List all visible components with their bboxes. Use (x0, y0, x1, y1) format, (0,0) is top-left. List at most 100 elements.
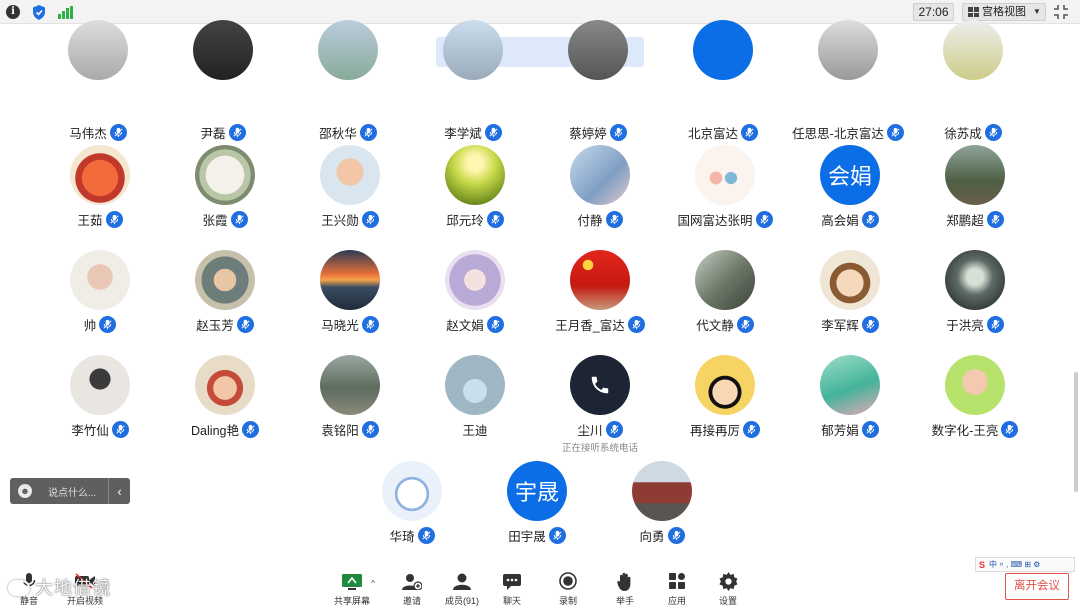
chevron-up-icon[interactable]: ^ (371, 579, 375, 588)
mic-icon (109, 123, 127, 141)
gear-icon (717, 571, 739, 591)
participant-tile[interactable]: 邱元玲 (413, 145, 537, 245)
avatar (570, 145, 630, 205)
chat-quick-input[interactable]: ☻ 说点什么... ‹ (10, 478, 130, 504)
chevron-down-icon: ▼ (1033, 7, 1041, 16)
avatar (632, 461, 692, 521)
chat-placeholder[interactable]: 说点什么... (48, 484, 108, 499)
share-screen-button[interactable]: 共享屏幕 ^ (327, 571, 377, 607)
avatar: 会娟 (820, 145, 880, 205)
participant-tile[interactable]: 张霞 (163, 145, 287, 245)
participant-tile[interactable]: 李军辉 (788, 250, 912, 350)
chat-button[interactable]: 聊天 (487, 571, 537, 607)
participant-tile[interactable]: 尘川 正在接听系统电话 (538, 355, 662, 455)
apps-icon (666, 571, 688, 591)
shield-icon[interactable] (31, 4, 47, 20)
ime-toolbar[interactable]: S 中 ⸰ , ⌨ ⊞ ⚙ (975, 557, 1075, 572)
exit-fullscreen-icon[interactable] (1054, 5, 1068, 19)
participant-tile[interactable]: 国网富达张明 (663, 145, 787, 245)
raise-hand-button[interactable]: 举手 (600, 571, 650, 607)
info-icon[interactable]: i (5, 4, 21, 20)
settings-button[interactable]: 设置 (703, 571, 753, 607)
avatar (695, 250, 755, 310)
invite-button[interactable]: 邀请 (387, 571, 437, 607)
participant-tile[interactable]: 蔡婷婷 (536, 20, 660, 158)
participant-tile[interactable]: 郁芳娟 (788, 355, 912, 455)
mic-icon (861, 210, 879, 228)
watermark-logo-icon (8, 580, 30, 596)
mic-icon (228, 123, 246, 141)
participant-tile[interactable]: 尹磊 (161, 20, 285, 158)
avatar (70, 355, 130, 415)
avatar (320, 355, 380, 415)
participant-name: 国网富达张明 (677, 213, 753, 228)
participant-tile[interactable]: 于洪亮 (913, 250, 1037, 350)
record-icon (557, 571, 579, 591)
participant-tile[interactable]: 向勇 (600, 461, 724, 561)
mic-icon (667, 526, 685, 544)
avatar (570, 355, 630, 415)
participant-tile[interactable]: Daling艳 (163, 355, 287, 455)
participant-tile[interactable]: 任思思-北京富达 (786, 20, 910, 158)
mic-icon (99, 315, 117, 333)
participant-name: 张霞 (202, 213, 228, 228)
leave-meeting-button[interactable]: 离开会议 (1005, 573, 1069, 600)
hand-icon (614, 571, 636, 591)
apps-button[interactable]: 应用 (652, 571, 702, 607)
participant-name: 蔡婷婷 (569, 126, 607, 141)
participant-tile[interactable]: 赵文娟 (413, 250, 537, 350)
participant-tile[interactable]: 王茹 (38, 145, 162, 245)
mic-icon (861, 315, 879, 333)
participant-tile[interactable]: 李学斌 (411, 20, 535, 158)
avatar (695, 145, 755, 205)
record-button[interactable]: 录制 (543, 571, 593, 607)
mic-icon (241, 420, 259, 438)
signal-icon[interactable] (57, 4, 73, 20)
participant-tile[interactable]: 帅 (38, 250, 162, 350)
participant-name: 李竹仙 (71, 423, 109, 438)
mic-icon (484, 123, 502, 141)
participant-tile[interactable]: 华琦 (350, 461, 474, 561)
avatar (445, 355, 505, 415)
participant-tile[interactable]: 王兴勋 (288, 145, 412, 245)
mic-icon (236, 315, 254, 333)
emoji-icon[interactable]: ☻ (18, 484, 32, 498)
participant-tile[interactable]: 会娟 高会娟 (788, 145, 912, 245)
mic-icon (486, 315, 504, 333)
participant-tile[interactable]: 数字化-王亮 (913, 355, 1037, 455)
members-button[interactable]: 成员(91) (437, 571, 487, 607)
participant-tile[interactable]: 徐苏成 (911, 20, 1035, 158)
participant-tile[interactable]: 付静 (538, 145, 662, 245)
participant-tile[interactable]: 马伟杰 (36, 20, 160, 158)
participant-tile[interactable]: 赵玉芳 (163, 250, 287, 350)
participant-tile[interactable]: 代文静 (663, 250, 787, 350)
mic-icon (361, 315, 379, 333)
participant-tile[interactable]: 马晓光 (288, 250, 412, 350)
participant-tile[interactable]: 王月香_富达 (538, 250, 662, 350)
chevron-left-icon[interactable]: ‹ (108, 478, 130, 504)
participant-tile[interactable]: 王迪 (413, 355, 537, 455)
avatar (695, 355, 755, 415)
avatar (68, 20, 128, 80)
view-switch-button[interactable]: 宫格视图 ▼ (962, 3, 1046, 21)
avatar (195, 145, 255, 205)
avatar (70, 145, 130, 205)
participant-name: 徐苏成 (944, 126, 982, 141)
participant-tile[interactable]: 邵秋华 (286, 20, 410, 158)
avatar (693, 20, 753, 80)
participant-tile[interactable]: 郑鹏超 (913, 145, 1037, 245)
avatar (570, 250, 630, 310)
mic-icon (886, 123, 904, 141)
participant-name: 付静 (577, 213, 603, 228)
scrollbar[interactable] (1074, 372, 1078, 492)
avatar (193, 20, 253, 80)
participant-tile[interactable]: 北京富达 (661, 20, 785, 158)
participant-tile[interactable]: 袁铭阳 (288, 355, 412, 455)
participant-tile[interactable]: 李竹仙 (38, 355, 162, 455)
participant-tile[interactable]: 再接再厉 (663, 355, 787, 455)
mic-icon (361, 210, 379, 228)
participant-tile[interactable]: 宇晟 田宇晟 (475, 461, 599, 561)
participant-name: 李学斌 (444, 126, 482, 141)
avatar (820, 355, 880, 415)
participant-name: 邱元玲 (446, 213, 484, 228)
